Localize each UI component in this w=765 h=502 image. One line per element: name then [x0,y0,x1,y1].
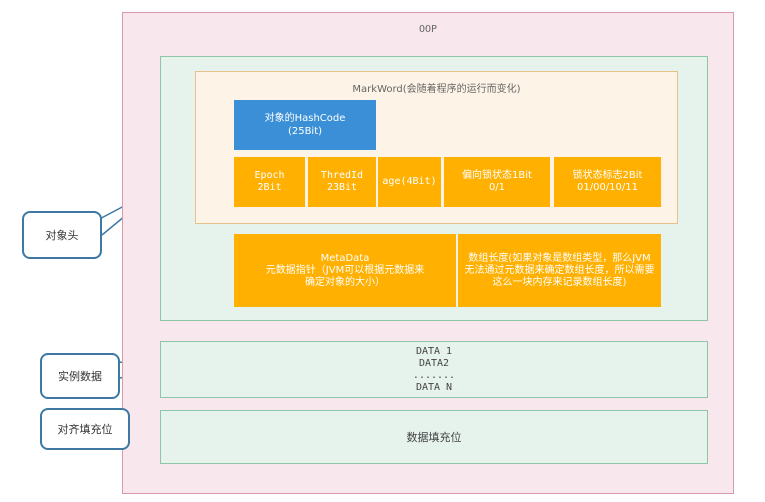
epoch-line1: Epoch [254,170,285,181]
object-header-label-text: 对象头 [45,229,79,242]
lock-flag-line1: 锁状态标志2Bit [572,170,643,181]
align-padding-label: 对齐填充位 [40,408,130,450]
padding-section: 数据填充位 [160,410,708,464]
biased-lock-line1: 偏向锁状态1Bit [462,170,532,181]
oop-title: OOP [418,24,438,35]
align-padding-label-text: 对齐填充位 [57,423,113,436]
data-line-4: DATA N [415,381,453,393]
metadata-line3: 确定对象的大小） [304,276,385,288]
data-line-3: ....... [412,369,456,381]
biased-lock-field: 偏向锁状态1Bit 0/1 [444,157,550,207]
array-length-block: 数组长度(如果对象是数组类型，那么JVM无法通过元数据来确定数组长度，所以需要这… [458,234,661,307]
instance-data-label: 实例数据 [40,353,120,399]
age-line1: age(4Bit) [382,176,437,187]
lock-flag-field: 锁状态标志2Bit 01/00/10/11 [554,157,661,207]
age-field: age(4Bit) [378,157,441,207]
hashcode-line1: 对象的HashCode [264,113,346,124]
padding-text: 数据填充位 [406,431,462,444]
epoch-field: Epoch 2Bit [234,157,305,207]
epoch-line2: 2Bit [257,182,282,193]
metadata-line2: 元数据指针（JVM可以根据元数据来 [265,264,425,276]
instance-data-label-text: 实例数据 [58,370,102,383]
hashcode-block: 对象的HashCode (25Bit) [234,100,376,150]
hashcode-line2: (25Bit) [287,126,323,137]
instance-data-section: DATA 1 DATA2 ....... DATA N [160,341,708,398]
threadid-field: ThredId 23Bit [308,157,376,207]
lock-flag-line2: 01/00/10/11 [576,182,638,193]
data-line-2: DATA2 [418,357,450,369]
data-line-1: DATA 1 [415,345,453,357]
array-length-text: 数组长度(如果对象是数组类型，那么JVM无法通过元数据来确定数组长度，所以需要这… [464,252,655,288]
markword-title: MarkWord(会随着程序的运行而变化) [352,84,521,95]
biased-lock-line2: 0/1 [488,182,506,193]
metadata-line1: MetaData [320,252,370,264]
object-header-label: 对象头 [22,211,102,259]
metadata-block: MetaData 元数据指针（JVM可以根据元数据来 确定对象的大小） [234,234,456,307]
threadid-line1: ThredId [320,170,364,181]
threadid-line2: 23Bit [326,182,358,193]
